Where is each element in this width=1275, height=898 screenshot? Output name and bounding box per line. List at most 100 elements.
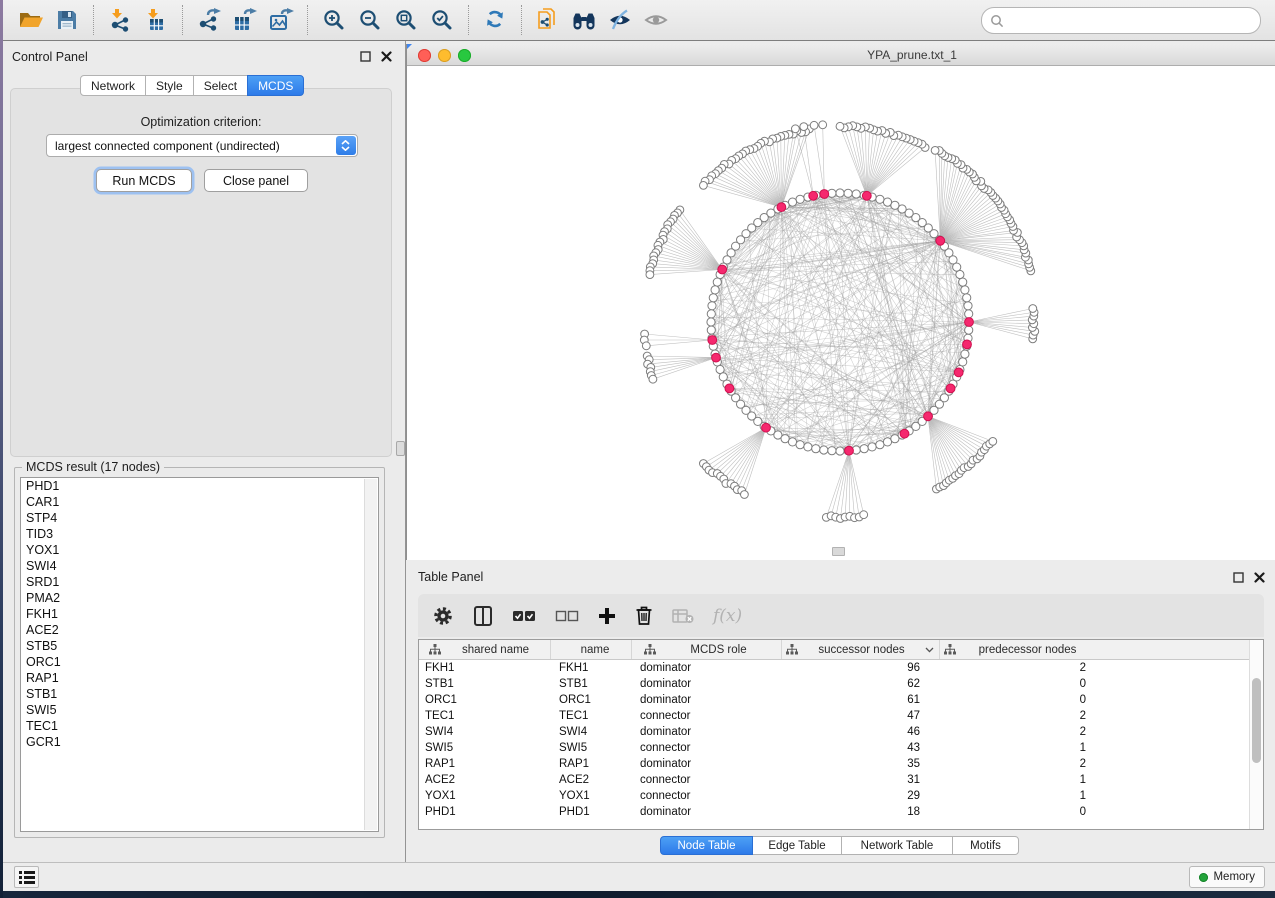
mcds-result-item[interactable]: TID3 <box>21 526 378 542</box>
tab-network-table[interactable]: Network Table <box>841 836 953 855</box>
table-scrollbar-thumb[interactable] <box>1252 678 1261 763</box>
mcds-list-scrollbar[interactable] <box>364 479 377 830</box>
table-cell[interactable]: YOX1 <box>551 788 632 804</box>
table-cell[interactable]: 61 <box>782 692 940 708</box>
tab-select[interactable]: Select <box>193 75 248 96</box>
tab-mcds[interactable]: MCDS <box>247 75 304 96</box>
delete-columns-button[interactable] <box>635 601 653 631</box>
table-cell[interactable]: connector <box>632 772 782 788</box>
horizontal-splitter-handle[interactable] <box>832 547 845 556</box>
table-cell[interactable]: dominator <box>632 660 782 676</box>
unselect-all-rows-button[interactable] <box>555 601 579 631</box>
table-cell[interactable]: PHD1 <box>419 804 551 820</box>
hide-selected-button[interactable] <box>602 4 638 36</box>
network-canvas[interactable] <box>407 66 1275 560</box>
table-cell[interactable]: TEC1 <box>419 708 551 724</box>
export-table-button[interactable] <box>227 4 263 36</box>
mcds-result-item[interactable]: RAP1 <box>21 670 378 686</box>
table-cell[interactable]: 43 <box>782 740 940 756</box>
first-neighbors-button[interactable] <box>566 4 602 36</box>
table-cell[interactable]: 2 <box>940 756 1099 772</box>
close-mcds-panel-button[interactable]: Close panel <box>204 169 308 192</box>
share-network-button[interactable] <box>530 4 566 36</box>
table-cell[interactable]: dominator <box>632 676 782 692</box>
table-cell[interactable]: PHD1 <box>551 804 632 820</box>
window-minimize-button[interactable] <box>438 49 451 62</box>
table-cell[interactable]: 31 <box>782 772 940 788</box>
zoom-in-button[interactable] <box>316 4 352 36</box>
mcds-result-item[interactable]: STB5 <box>21 638 378 654</box>
table-cell[interactable]: connector <box>632 708 782 724</box>
mcds-result-item[interactable]: SWI5 <box>21 702 378 718</box>
column-header-successor-nodes[interactable]: successor nodes <box>782 640 940 659</box>
function-builder-button[interactable]: f(x) <box>713 601 742 631</box>
mcds-result-item[interactable]: GCR1 <box>21 734 378 750</box>
destroy-table-button[interactable] <box>672 601 694 631</box>
table-row[interactable]: SWI4SWI4dominator462 <box>419 724 1263 740</box>
float-panel-button[interactable] <box>359 50 371 62</box>
table-row[interactable]: RAP1RAP1dominator352 <box>419 756 1263 772</box>
table-cell[interactable]: dominator <box>632 724 782 740</box>
column-header-shared-name[interactable]: shared name <box>419 640 551 659</box>
table-cell[interactable]: FKH1 <box>419 660 551 676</box>
show-task-history-button[interactable] <box>14 866 39 888</box>
column-header-name[interactable]: name <box>551 640 632 659</box>
mcds-result-item[interactable]: PMA2 <box>21 590 378 606</box>
import-network-button[interactable] <box>102 4 138 36</box>
table-cell[interactable]: RAP1 <box>551 756 632 772</box>
network-window-titlebar[interactable]: YPA_prune.txt_1 <box>407 44 1275 66</box>
table-cell[interactable]: ORC1 <box>419 692 551 708</box>
select-all-rows-button[interactable] <box>512 601 536 631</box>
table-cell[interactable]: SWI4 <box>551 724 632 740</box>
table-cell[interactable]: 0 <box>940 692 1099 708</box>
table-cell[interactable]: 62 <box>782 676 940 692</box>
table-cell[interactable]: 1 <box>940 788 1099 804</box>
vertical-splitter-handle[interactable] <box>396 441 405 456</box>
zoom-selected-button[interactable] <box>424 4 460 36</box>
table-cell[interactable]: 2 <box>940 660 1099 676</box>
table-row[interactable]: ORC1ORC1dominator610 <box>419 692 1263 708</box>
tab-motifs[interactable]: Motifs <box>952 836 1019 855</box>
tab-node-table[interactable]: Node Table <box>660 836 753 855</box>
table-cell[interactable]: dominator <box>632 756 782 772</box>
import-table-button[interactable] <box>138 4 174 36</box>
mcds-result-item[interactable]: FKH1 <box>21 606 378 622</box>
table-cell[interactable]: 35 <box>782 756 940 772</box>
export-image-button[interactable] <box>263 4 299 36</box>
column-header-predecessor-nodes[interactable]: predecessor nodes <box>940 640 1099 659</box>
table-row[interactable]: SWI5SWI5connector431 <box>419 740 1263 756</box>
table-cell[interactable]: 29 <box>782 788 940 804</box>
show-hidden-button[interactable] <box>638 4 674 36</box>
table-cell[interactable]: TEC1 <box>551 708 632 724</box>
table-cell[interactable]: RAP1 <box>419 756 551 772</box>
create-column-button[interactable] <box>598 601 616 631</box>
mcds-result-item[interactable]: CAR1 <box>21 494 378 510</box>
mcds-result-item[interactable]: TEC1 <box>21 718 378 734</box>
mcds-result-item[interactable]: YOX1 <box>21 542 378 558</box>
refresh-view-button[interactable] <box>477 4 513 36</box>
table-cell[interactable]: 0 <box>940 676 1099 692</box>
table-cell[interactable]: 18 <box>782 804 940 820</box>
mcds-result-item[interactable]: STP4 <box>21 510 378 526</box>
table-cell[interactable]: SWI4 <box>419 724 551 740</box>
table-cell[interactable]: STB1 <box>419 676 551 692</box>
criterion-dropdown[interactable]: largest connected component (undirected) <box>46 134 358 157</box>
table-cell[interactable]: SWI5 <box>419 740 551 756</box>
close-panel-button[interactable] <box>380 50 392 62</box>
table-cell[interactable]: FKH1 <box>551 660 632 676</box>
table-options-button[interactable] <box>432 601 454 631</box>
mcds-result-item[interactable]: ACE2 <box>21 622 378 638</box>
float-table-panel-button[interactable] <box>1232 571 1244 583</box>
table-cell[interactable]: 1 <box>940 772 1099 788</box>
table-scrollbar[interactable] <box>1249 640 1263 829</box>
save-session-button[interactable] <box>49 4 85 36</box>
table-row[interactable]: PHD1PHD1dominator180 <box>419 804 1263 820</box>
table-cell[interactable]: YOX1 <box>419 788 551 804</box>
memory-button[interactable]: Memory <box>1189 866 1265 888</box>
table-cell[interactable]: 96 <box>782 660 940 676</box>
tab-network[interactable]: Network <box>80 75 146 96</box>
table-cell[interactable]: SWI5 <box>551 740 632 756</box>
table-row[interactable]: YOX1YOX1connector291 <box>419 788 1263 804</box>
export-network-button[interactable] <box>191 4 227 36</box>
table-row[interactable]: STB1STB1dominator620 <box>419 676 1263 692</box>
